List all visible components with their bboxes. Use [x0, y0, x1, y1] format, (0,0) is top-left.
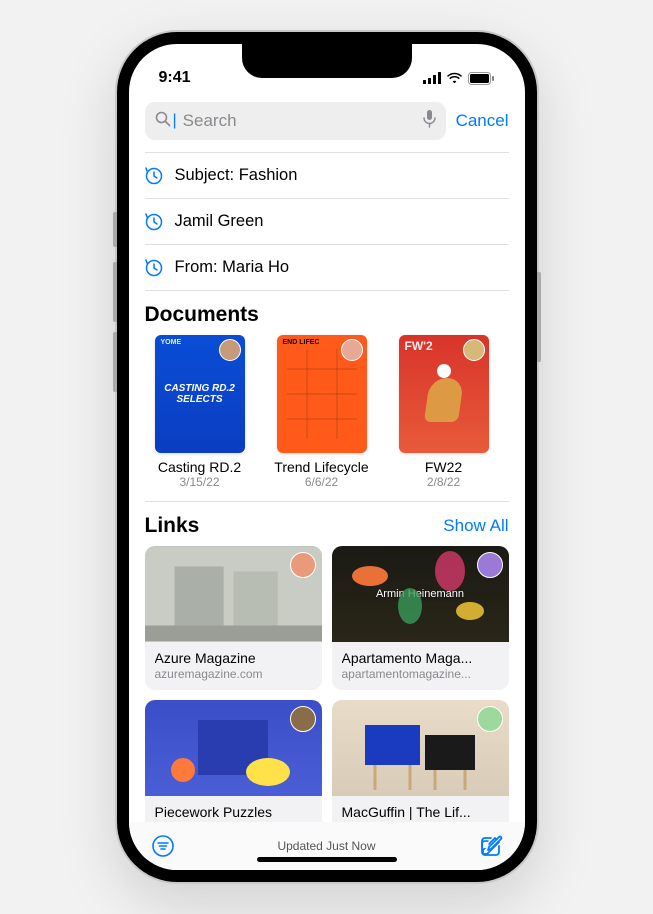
- documents-row: YOME CASTING RD.2 SELECTS Casting RD.2 3…: [145, 335, 509, 502]
- show-all-button[interactable]: Show All: [443, 516, 508, 536]
- suggestion-subject-fashion[interactable]: Subject: Fashion: [145, 152, 509, 199]
- document-date: 6/6/22: [267, 475, 377, 489]
- search-row: | Cancel: [145, 102, 509, 140]
- document-date: 3/15/22: [145, 475, 255, 489]
- compose-icon[interactable]: [479, 834, 503, 858]
- link-macguffin[interactable]: MacGuffin | The Lif...: [332, 700, 509, 822]
- text-cursor: |: [173, 112, 177, 130]
- document-name: FW22: [389, 459, 499, 475]
- recent-icon: [145, 259, 163, 277]
- avatar: [341, 339, 363, 361]
- suggestion-label: From: Maria Ho: [175, 258, 290, 277]
- link-thumbnail: [332, 700, 509, 796]
- avatar: [477, 552, 503, 578]
- screen: 9:41 |: [129, 44, 525, 870]
- wifi-icon: [446, 72, 463, 84]
- link-azure[interactable]: Azure Magazine azuremagazine.com: [145, 546, 322, 690]
- microphone-icon[interactable]: [423, 110, 436, 133]
- links-header: Links Show All: [145, 502, 509, 546]
- search-field[interactable]: |: [145, 102, 446, 140]
- avatar: [290, 706, 316, 732]
- document-casting[interactable]: YOME CASTING RD.2 SELECTS Casting RD.2 3…: [145, 335, 255, 489]
- document-thumbnail: YOME CASTING RD.2 SELECTS: [155, 335, 245, 453]
- avatar: [219, 339, 241, 361]
- document-thumbnail: FW'2: [399, 335, 489, 453]
- avatar: [477, 706, 503, 732]
- links-grid: Azure Magazine azuremagazine.com Armin H…: [145, 546, 509, 822]
- notch: [242, 44, 412, 78]
- toolbar-status: Updated Just Now: [277, 839, 375, 853]
- link-domain: azuremagazine.com: [155, 667, 312, 681]
- search-input[interactable]: [183, 111, 417, 131]
- link-domain: apartamentomagazine...: [342, 667, 499, 681]
- cellular-icon: [423, 72, 441, 84]
- home-indicator[interactable]: [257, 857, 397, 862]
- battery-icon: [468, 72, 495, 85]
- search-icon: [155, 111, 171, 132]
- document-name: Trend Lifecycle: [267, 459, 377, 475]
- link-thumbnail: [145, 546, 322, 642]
- cancel-button[interactable]: Cancel: [456, 111, 509, 131]
- link-title: Piecework Puzzles: [155, 803, 312, 821]
- suggestions-list: Subject: Fashion Jamil Green From: Maria…: [145, 152, 509, 291]
- document-name: Casting RD.2: [145, 459, 255, 475]
- document-trend[interactable]: END LIFEC Trend Lifecycle 6/6/22: [267, 335, 377, 489]
- link-apartamento[interactable]: Armin Heinemann Apartamento Maga... apar…: [332, 546, 509, 690]
- link-title: Azure Magazine: [155, 649, 312, 667]
- documents-title: Documents: [145, 303, 259, 327]
- document-fw22[interactable]: FW'2 FW22 2/8/22: [389, 335, 499, 489]
- link-thumbnail: Armin Heinemann: [332, 546, 509, 642]
- filter-icon[interactable]: [151, 834, 175, 858]
- suggestion-from-maria-ho[interactable]: From: Maria Ho: [145, 245, 509, 291]
- recent-icon: [145, 167, 163, 185]
- document-date: 2/8/22: [389, 475, 499, 489]
- toolbar: Updated Just Now: [129, 822, 525, 870]
- link-piecework[interactable]: Piecework Puzzles: [145, 700, 322, 822]
- links-title: Links: [145, 514, 200, 538]
- suggestion-label: Jamil Green: [175, 212, 264, 231]
- link-title: MacGuffin | The Lif...: [342, 803, 499, 821]
- document-thumbnail: END LIFEC: [277, 335, 367, 453]
- link-thumbnail: [145, 700, 322, 796]
- recent-icon: [145, 213, 163, 231]
- status-time: 9:41: [159, 69, 191, 87]
- phone-frame: 9:41 |: [117, 32, 537, 882]
- suggestion-jamil-green[interactable]: Jamil Green: [145, 199, 509, 245]
- avatar: [290, 552, 316, 578]
- suggestion-label: Subject: Fashion: [175, 166, 298, 185]
- documents-header: Documents: [145, 291, 509, 335]
- link-title: Apartamento Maga...: [342, 649, 499, 667]
- avatar: [463, 339, 485, 361]
